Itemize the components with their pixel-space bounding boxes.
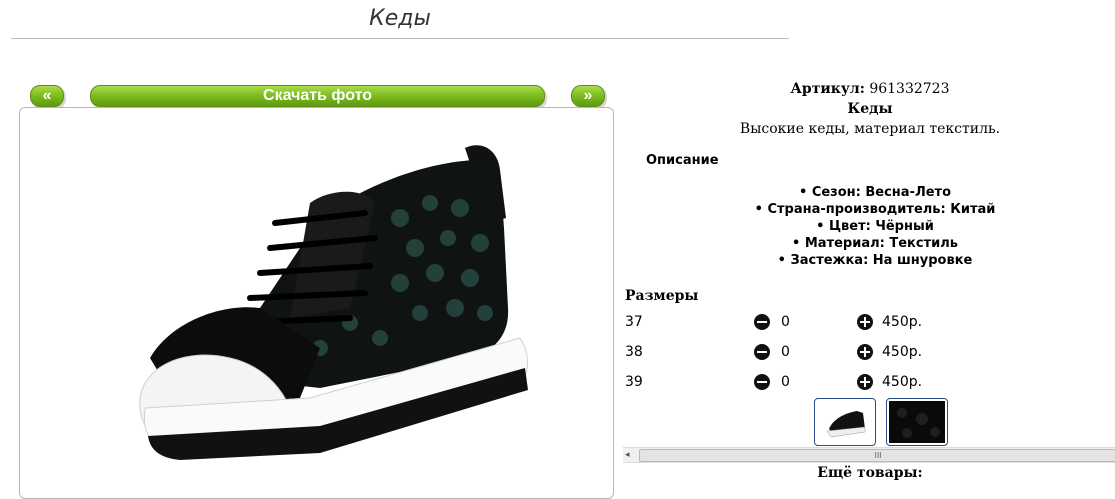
product-photo[interactable] xyxy=(19,107,614,499)
sneaker-image xyxy=(139,145,528,460)
price-value: 450р. xyxy=(882,344,923,360)
sizes-heading: Размеры xyxy=(625,288,699,304)
size-value: 38 xyxy=(625,344,643,360)
article-number: 961332723 xyxy=(869,81,950,97)
properties-list: • Сезон: Весна-Лето • Страна-производите… xyxy=(625,184,1115,269)
product-name: Кеды xyxy=(847,101,893,117)
price-value: 450р. xyxy=(882,314,923,330)
property-item: • Страна-производитель: Китай xyxy=(754,202,996,217)
minus-icon[interactable] xyxy=(754,374,770,390)
property-item: • Застежка: На шнуровке xyxy=(777,253,973,268)
shoe-thumbnail-icon xyxy=(826,411,866,438)
thumbnail-fabric[interactable] xyxy=(886,398,948,446)
plus-icon[interactable] xyxy=(857,344,873,360)
fabric-thumbnail-icon xyxy=(889,401,945,443)
title-divider xyxy=(11,38,789,39)
product-short-description: Высокие кеды, материал текстиль. xyxy=(739,121,1001,137)
quantity-value: 0 xyxy=(781,314,790,330)
thumbnail-scrollbar[interactable]: ◂ III xyxy=(623,447,1115,463)
scrollbar-thumb[interactable]: III xyxy=(639,449,1115,462)
size-row: 39 0 450р. xyxy=(625,372,945,394)
quantity-value: 0 xyxy=(781,374,790,390)
thumbnail-shoe[interactable] xyxy=(814,398,876,446)
quantity-value: 0 xyxy=(781,344,790,360)
scroll-left-icon[interactable]: ◂ xyxy=(625,448,630,462)
download-photo-button[interactable]: Скачать фото xyxy=(90,85,545,107)
size-row: 37 0 450р. xyxy=(625,312,945,334)
next-photo-button[interactable]: » xyxy=(571,85,605,107)
size-value: 39 xyxy=(625,374,643,390)
article-label: Артикул: xyxy=(790,81,865,97)
previous-photo-button[interactable]: « xyxy=(30,85,64,107)
minus-icon[interactable] xyxy=(754,344,770,360)
property-item: • Цвет: Чёрный xyxy=(816,219,934,234)
size-row: 38 0 450р. xyxy=(625,342,945,364)
plus-icon[interactable] xyxy=(857,314,873,330)
property-item: • Сезон: Весна-Лето xyxy=(798,185,952,200)
plus-icon[interactable] xyxy=(857,374,873,390)
size-value: 37 xyxy=(625,314,643,330)
price-value: 450р. xyxy=(882,374,923,390)
page-title: Кеды xyxy=(369,6,431,31)
more-products-heading: Ещё товары: xyxy=(817,465,923,481)
minus-icon[interactable] xyxy=(754,314,770,330)
property-item: • Материал: Текстиль xyxy=(792,236,958,251)
description-heading: Описание xyxy=(646,153,719,168)
article-line: Артикул: 961332723 xyxy=(625,81,1115,97)
